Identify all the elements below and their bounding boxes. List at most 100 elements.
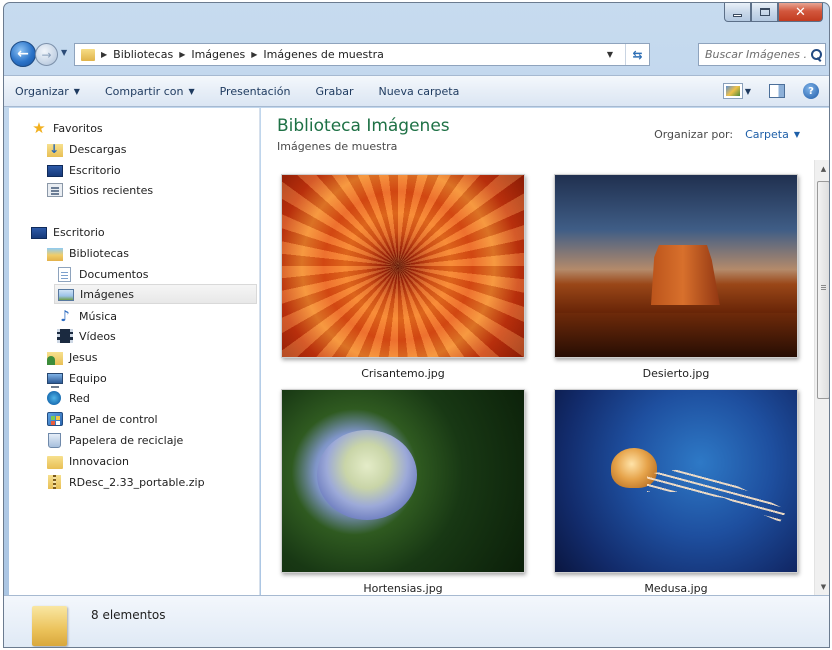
slideshow-button[interactable]: Presentación	[220, 85, 291, 98]
sidebar-item-panel-de-control[interactable]: Panel de control	[47, 409, 158, 429]
scroll-down-icon[interactable]: ▼	[815, 578, 829, 595]
sidebar-item-innovacion[interactable]: Innovacion	[47, 451, 129, 471]
sidebar-item-label: Descargas	[69, 142, 127, 156]
refresh-button[interactable]: ⇆	[625, 44, 649, 65]
breadcrumb-separator-icon[interactable]: ▶	[179, 50, 185, 59]
title-bar[interactable]: ✕	[4, 3, 829, 37]
forward-button[interactable]: →	[35, 43, 58, 66]
new-folder-button[interactable]: Nueva carpeta	[378, 85, 459, 98]
address-history-dropdown[interactable]: ▼	[601, 44, 619, 65]
sidebar-item-label: Escritorio	[53, 225, 105, 239]
sidebar-item-papelera[interactable]: Papelera de reciclaje	[47, 430, 183, 450]
sidebar-item-label: Favoritos	[53, 121, 103, 135]
share-label: Compartir con	[104, 84, 184, 98]
burn-button[interactable]: Grabar	[315, 85, 353, 98]
sidebar-item-imagenes[interactable]: Imágenes	[54, 284, 257, 304]
sidebar-item-label: Red	[69, 391, 90, 405]
breadcrumb-imagenes[interactable]: Imágenes	[191, 48, 245, 61]
back-button[interactable]: ←	[10, 41, 36, 67]
file-item-crisantemo[interactable]: Crisantemo.jpg	[281, 174, 525, 380]
image-thumbnail[interactable]	[281, 389, 525, 573]
sidebar-item-bibliotecas[interactable]: Bibliotecas	[47, 243, 129, 263]
change-view-button[interactable]	[722, 83, 743, 99]
sidebar-item-jesus[interactable]: Jesus	[47, 347, 97, 367]
sidebar-item-label: RDesc_2.33_portable.zip	[69, 475, 205, 489]
file-item-desierto[interactable]: Desierto.jpg	[554, 174, 798, 380]
view-options-dropdown[interactable]: ▼	[745, 87, 751, 96]
sidebar-item-escritorio-fav[interactable]: Escritorio	[47, 160, 121, 180]
address-bar[interactable]: ▶ Bibliotecas ▶ Imágenes ▶ Imágenes de m…	[74, 43, 650, 66]
grip-icon	[821, 285, 826, 286]
sidebar-item-equipo[interactable]: Equipo	[47, 368, 107, 388]
sidebar-item-label: Equipo	[69, 371, 107, 385]
sidebar-item-label: Escritorio	[69, 163, 121, 177]
sidebar-item-videos[interactable]: Vídeos	[57, 326, 116, 346]
file-name: Hortensias.jpg	[363, 582, 443, 595]
sidebar-item-label: Sitios recientes	[69, 183, 154, 197]
breadcrumb-separator-icon[interactable]: ▶	[251, 50, 257, 59]
maximize-button[interactable]	[751, 3, 778, 22]
scrollbar-thumb[interactable]	[817, 181, 829, 399]
sidebar-item-sitios-recientes[interactable]: Sitios recientes	[47, 180, 153, 200]
sidebar-item-documentos[interactable]: Documentos	[57, 264, 148, 284]
file-name: Crisantemo.jpg	[361, 367, 445, 380]
organize-menu-button[interactable]: Organizar ▼	[15, 85, 80, 98]
scroll-up-icon[interactable]: ▲	[815, 160, 829, 177]
sidebar-item-label: Música	[79, 309, 118, 323]
help-button[interactable]: ?	[803, 83, 819, 99]
vertical-scrollbar[interactable]: ▲ ▼	[814, 160, 829, 595]
caption-buttons: ✕	[724, 3, 823, 22]
network-icon	[47, 391, 61, 405]
desktop-icon	[31, 227, 47, 239]
minimize-button[interactable]	[724, 3, 751, 22]
content-pane: Biblioteca Imágenes Imágenes de muestra …	[261, 108, 829, 595]
control-panel-icon	[47, 412, 63, 426]
search-input[interactable]	[705, 48, 807, 61]
downloads-folder-icon	[47, 142, 63, 157]
library-subtitle: Imágenes de muestra	[277, 140, 398, 153]
zip-icon	[48, 475, 61, 489]
minimize-icon	[733, 13, 742, 17]
slideshow-label: Presentación	[219, 84, 291, 98]
arrange-by-label: Organizar por:	[654, 128, 734, 141]
sidebar-item-label: Documentos	[79, 267, 149, 281]
recycle-bin-icon	[48, 432, 61, 448]
breadcrumb-bibliotecas[interactable]: Bibliotecas	[113, 48, 173, 61]
new-folder-label: Nueva carpeta	[378, 84, 460, 98]
recent-pages-button[interactable]: ▼	[61, 48, 67, 57]
sidebar-item-favoritos[interactable]: ★ Favoritos	[31, 118, 103, 138]
image-thumbnail[interactable]	[554, 174, 798, 358]
search-box[interactable]	[698, 43, 826, 66]
sidebar-item-musica[interactable]: ♪ Música	[57, 306, 117, 326]
image-thumbnail[interactable]	[554, 389, 798, 573]
arrange-by: Organizar por: Carpeta ▼	[654, 128, 800, 141]
image-thumbnail[interactable]	[281, 174, 525, 358]
file-item-hortensias[interactable]: Hortensias.jpg	[281, 389, 525, 595]
command-bar-right: ▼ ?	[722, 76, 829, 106]
breadcrumb-separator-icon[interactable]: ▶	[101, 50, 107, 59]
sidebar-item-label: Jesus	[69, 350, 98, 364]
organize-label: Organizar	[15, 84, 69, 98]
search-icon[interactable]	[809, 48, 823, 62]
burn-label: Grabar	[315, 84, 354, 98]
videos-icon	[57, 329, 73, 343]
sidebar-item-descargas[interactable]: Descargas	[47, 139, 127, 159]
navigation-pane: ★ Favoritos Descargas Escritorio Sitios r…	[9, 108, 260, 595]
sidebar-item-rdesc-zip[interactable]: RDesc_2.33_portable.zip	[47, 472, 205, 492]
arrange-by-dropdown[interactable]: Carpeta	[745, 128, 789, 141]
folder-icon	[47, 455, 63, 469]
chevron-down-icon: ▼	[73, 86, 80, 96]
share-menu-button[interactable]: Compartir con ▼	[105, 85, 195, 98]
library-title: Biblioteca Imágenes	[277, 116, 450, 136]
preview-pane-button[interactable]	[769, 84, 785, 98]
file-item-medusa[interactable]: Medusa.jpg	[554, 389, 798, 595]
breadcrumb-imagenes-de-muestra[interactable]: Imágenes de muestra	[263, 48, 383, 61]
chevron-down-icon[interactable]: ▼	[794, 130, 800, 139]
libraries-icon	[47, 247, 63, 261]
close-button[interactable]: ✕	[778, 3, 823, 22]
sidebar-item-red[interactable]: Red	[47, 388, 90, 408]
computer-icon	[47, 373, 63, 388]
sidebar-item-label: Papelera de reciclaje	[69, 433, 184, 447]
sidebar-item-escritorio[interactable]: Escritorio	[31, 222, 105, 242]
folder-icon	[32, 606, 67, 646]
